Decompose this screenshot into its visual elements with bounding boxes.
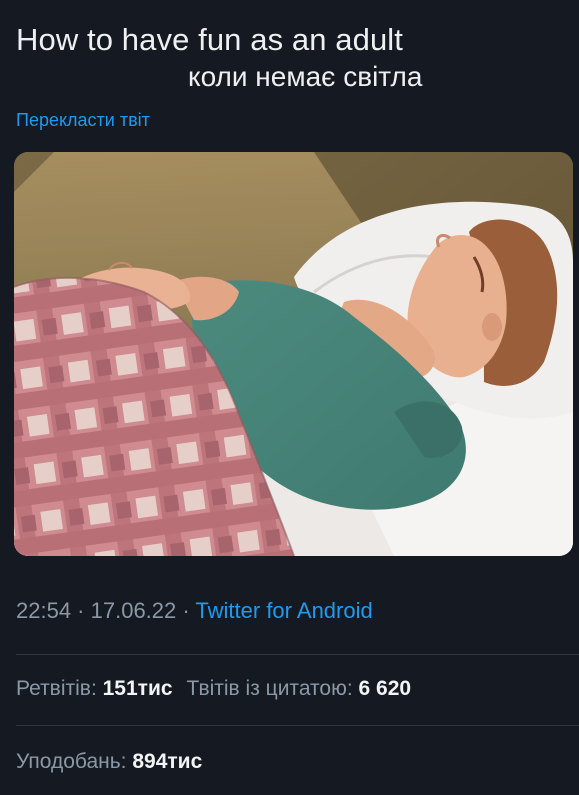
likes-row: Уподобань: 894тис xyxy=(16,750,202,774)
tweet-text-line-2: коли немає світла xyxy=(188,61,423,92)
tweet-date: 17.06.22 xyxy=(90,598,177,623)
likes-stat[interactable]: Уподобань: 894тис xyxy=(16,750,202,773)
tweet-image[interactable] xyxy=(14,152,573,556)
tweet-text-line-1: How to have fun as an adult xyxy=(16,22,404,57)
meta-separator-2: · xyxy=(176,598,196,623)
tweet-text: How to have fun as an adult коли немає с… xyxy=(16,20,566,94)
divider xyxy=(16,725,579,726)
retweets-stat[interactable]: Ретвітів: 151тис xyxy=(16,677,173,700)
retweets-label: Ретвітів: xyxy=(16,677,103,700)
likes-count: 894тис xyxy=(132,750,203,773)
quote-tweets-stat[interactable]: Твітів із цитатою: 6 620 xyxy=(187,677,412,700)
meta-separator: · xyxy=(71,598,91,623)
engagement-stats-row: Ретвітів: 151тис Твітів із цитатою: 6 620 xyxy=(16,677,411,701)
translate-tweet-link[interactable]: Перекласти твіт xyxy=(16,110,150,131)
likes-label: Уподобань: xyxy=(16,750,133,773)
retweets-count: 151тис xyxy=(102,677,173,700)
tweet-meta: 22:54 · 17.06.22 · Twitter for Android xyxy=(16,598,373,624)
tweet-source-link[interactable]: Twitter for Android xyxy=(195,598,372,623)
quote-tweets-label: Твітів із цитатою: xyxy=(186,677,359,700)
quote-tweets-count: 6 620 xyxy=(358,677,412,700)
sleeping-man-illustration xyxy=(14,152,573,556)
divider xyxy=(16,654,579,655)
tweet-time: 22:54 xyxy=(16,598,72,623)
